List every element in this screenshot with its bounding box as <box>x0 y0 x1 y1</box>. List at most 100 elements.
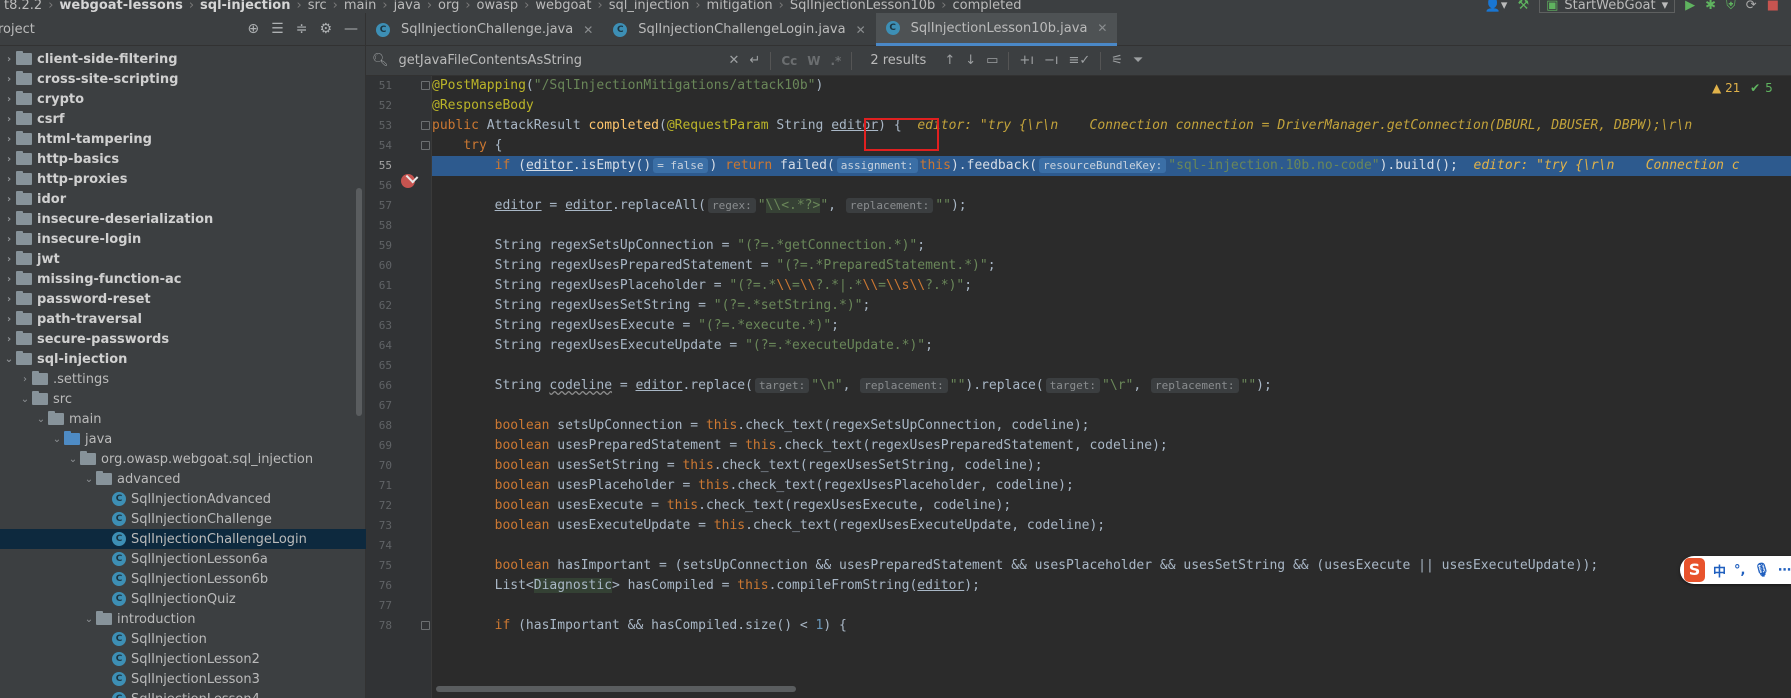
breadcrumb-item[interactable]: webgoat-lessons <box>55 0 186 13</box>
locate-icon[interactable]: ⊕ <box>247 21 259 37</box>
chevron-right-icon[interactable]: › <box>2 194 16 205</box>
run-icon[interactable]: ▶ <box>1685 0 1695 13</box>
tree-item[interactable]: › http-proxies <box>0 169 366 189</box>
chevron-down-icon[interactable]: ⌄ <box>2 354 16 365</box>
editor-tab[interactable]: C SqlInjectionChallenge.java ✕ <box>366 13 603 46</box>
project-panel-title[interactable]: roject <box>0 22 35 37</box>
add-occurrence-icon[interactable]: +ı <box>1019 53 1034 68</box>
tree-item[interactable]: C SqlInjectionChallenge <box>0 509 366 529</box>
chevron-right-icon[interactable]: › <box>2 234 16 245</box>
whole-words-icon[interactable]: W <box>807 54 820 68</box>
tree-item[interactable]: › html-tampering <box>0 129 366 149</box>
tree-item[interactable]: C SqlInjectionLesson3 <box>0 669 366 689</box>
gear-icon[interactable]: ⚙ <box>319 21 332 37</box>
new-line-icon[interactable]: ↵ <box>749 53 760 68</box>
tree-item[interactable]: ⌄ src <box>0 389 366 409</box>
close-icon[interactable]: ✕ <box>1097 21 1107 35</box>
arrow-up-icon[interactable]: ↑ <box>944 53 955 68</box>
tree-item[interactable]: C SqlInjectionQuiz <box>0 589 366 609</box>
breadcrumb-item[interactable]: webgoat <box>531 0 595 13</box>
breadcrumb-item[interactable]: sql_injection <box>605 0 694 13</box>
tree-item[interactable]: › path-traversal <box>0 309 366 329</box>
tree-item[interactable]: ⌄ java <box>0 429 366 449</box>
search-icon[interactable]: 🔍︎ <box>372 53 389 68</box>
tree-item[interactable]: C SqlInjectionLesson6a <box>0 549 366 569</box>
breadcrumb-item[interactable]: main <box>340 0 380 13</box>
tree-item[interactable]: ⌄ introduction <box>0 609 366 629</box>
filter-icon[interactable]: ⏷ <box>1133 53 1143 68</box>
chevron-down-icon[interactable]: ⌄ <box>66 454 80 465</box>
inspection-widget[interactable]: ▲ 21 ✔ 5 <box>1712 81 1773 95</box>
tree-item[interactable]: › password-reset <box>0 289 366 309</box>
tree-item[interactable]: › jwt <box>0 249 366 269</box>
collapse-all-icon[interactable]: ≑ <box>296 21 308 37</box>
tree-item[interactable]: C SqlInjectionLesson4 <box>0 689 366 698</box>
regex-icon[interactable]: .* <box>831 54 842 68</box>
user-icon[interactable]: 👤▾ <box>1485 0 1508 13</box>
tree-item[interactable]: › crypto <box>0 89 366 109</box>
run-configuration-select[interactable]: ▣ StartWebGoat ▾ <box>1539 0 1676 13</box>
breadcrumb-item[interactable]: src <box>304 0 331 13</box>
code-editor[interactable]: @PostMapping("/SqlInjectionMitigations/a… <box>432 76 1791 698</box>
breadcrumb-item[interactable]: sql-injection <box>196 0 294 13</box>
tree-item[interactable]: › csrf <box>0 109 366 129</box>
close-icon[interactable]: ✕ <box>583 23 593 37</box>
editor-tab[interactable]: C SqlInjectionChallengeLogin.java ✕ <box>603 13 875 46</box>
tree-item[interactable]: C SqlInjectionChallengeLogin <box>0 529 366 549</box>
tree-item[interactable]: › .settings <box>0 369 366 389</box>
breadcrumb-item[interactable]: t8.2.2 <box>0 0 46 13</box>
chevron-right-icon[interactable]: › <box>2 214 16 225</box>
tree-item[interactable]: › insecure-deserialization <box>0 209 366 229</box>
tree-item[interactable]: › missing-function-ac <box>0 269 366 289</box>
project-scrollbar[interactable] <box>356 188 362 416</box>
tree-item[interactable]: › client-side-filtering <box>0 49 366 69</box>
close-icon[interactable]: ✕ <box>856 23 866 37</box>
tree-item[interactable]: C SqlInjectionAdvanced <box>0 489 366 509</box>
tree-item[interactable]: › idor <box>0 189 366 209</box>
open-in-window-icon[interactable]: ▭ <box>986 53 998 68</box>
build-hammer-icon[interactable]: ⚒ <box>1517 0 1529 13</box>
chevron-right-icon[interactable]: › <box>2 134 16 145</box>
tree-item[interactable]: ⌄ sql-injection <box>0 349 366 369</box>
microphone-icon[interactable]: 🎙︎ <box>1753 563 1770 578</box>
search-input[interactable] <box>398 53 719 68</box>
chevron-right-icon[interactable]: › <box>18 374 32 385</box>
ime-toolbar[interactable]: S 中 °, 🎙︎ ⋯ <box>1680 556 1791 584</box>
profile-icon[interactable]: ⟳ <box>1746 0 1757 13</box>
tree-item[interactable]: ⌄ advanced <box>0 469 366 489</box>
breadcrumb-item[interactable]: owasp <box>473 0 523 13</box>
fold-marker-icon[interactable] <box>421 81 430 90</box>
tree-item[interactable]: C SqlInjectionLesson6b <box>0 569 366 589</box>
chevron-right-icon[interactable]: › <box>2 294 16 305</box>
ime-more-icon[interactable]: ⋯ <box>1778 563 1791 578</box>
chevron-right-icon[interactable]: › <box>2 254 16 265</box>
tree-item[interactable]: ⌄ main <box>0 409 366 429</box>
editor-horizontal-scrollbar[interactable] <box>436 686 796 692</box>
tree-item[interactable]: › secure-passwords <box>0 329 366 349</box>
editor-tab[interactable]: C SqlInjectionLesson10b.java ✕ <box>875 13 1118 46</box>
chevron-down-icon[interactable]: ⌄ <box>82 614 96 625</box>
chevron-right-icon[interactable]: › <box>2 54 16 65</box>
chevron-right-icon[interactable]: › <box>2 94 16 105</box>
match-case-icon[interactable]: Cc <box>781 54 797 68</box>
breakpoint-icon[interactable] <box>401 174 415 188</box>
arrow-down-icon[interactable]: ↓ <box>965 53 976 68</box>
breadcrumb-item[interactable]: org <box>434 0 463 13</box>
fold-marker-icon[interactable] <box>421 621 430 630</box>
ime-chinese-mode-icon[interactable]: 中 <box>1713 561 1726 580</box>
tree-item[interactable]: C SqlInjection <box>0 629 366 649</box>
chevron-down-icon[interactable]: ⌄ <box>50 434 64 445</box>
breadcrumb-item[interactable]: SqlInjectionLesson10b <box>786 0 939 13</box>
chevron-right-icon[interactable]: › <box>2 174 16 185</box>
chevron-right-icon[interactable]: › <box>2 114 16 125</box>
hide-icon[interactable]: — <box>344 21 358 37</box>
chevron-down-icon[interactable]: ⌄ <box>18 394 32 405</box>
chevron-right-icon[interactable]: › <box>2 274 16 285</box>
stop-icon[interactable]: ■ <box>1767 0 1779 13</box>
chevron-right-icon[interactable]: › <box>2 154 16 165</box>
clear-icon[interactable]: ✕ <box>729 53 740 68</box>
debug-icon[interactable]: ✱ <box>1705 0 1716 13</box>
coverage-icon[interactable]: ⛨ <box>1726 0 1736 13</box>
select-all-occurrences-icon[interactable]: ≡✓ <box>1068 53 1090 68</box>
chevron-right-icon[interactable]: › <box>2 334 16 345</box>
